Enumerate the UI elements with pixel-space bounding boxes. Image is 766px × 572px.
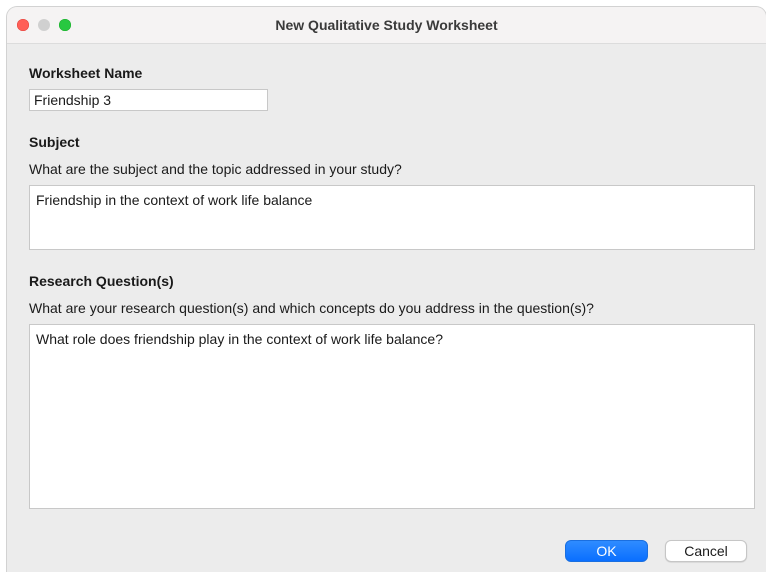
title-bar: New Qualitative Study Worksheet bbox=[7, 7, 766, 44]
research-questions-prompt: What are your research question(s) and w… bbox=[29, 300, 594, 316]
cancel-button[interactable]: Cancel bbox=[665, 540, 747, 562]
ok-button[interactable]: OK bbox=[565, 540, 648, 562]
worksheet-name-label: Worksheet Name bbox=[29, 65, 143, 81]
subject-textarea[interactable]: Friendship in the context of work life b… bbox=[29, 185, 755, 250]
worksheet-name-input[interactable]: Friendship 3 bbox=[29, 89, 268, 111]
research-questions-textarea[interactable]: What role does friendship play in the co… bbox=[29, 324, 755, 509]
research-questions-label: Research Question(s) bbox=[29, 273, 174, 289]
window-title: New Qualitative Study Worksheet bbox=[275, 17, 498, 33]
subject-prompt: What are the subject and the topic addre… bbox=[29, 161, 402, 177]
subject-label: Subject bbox=[29, 134, 80, 150]
dialog-window: New Qualitative Study Worksheet Workshee… bbox=[7, 7, 766, 572]
